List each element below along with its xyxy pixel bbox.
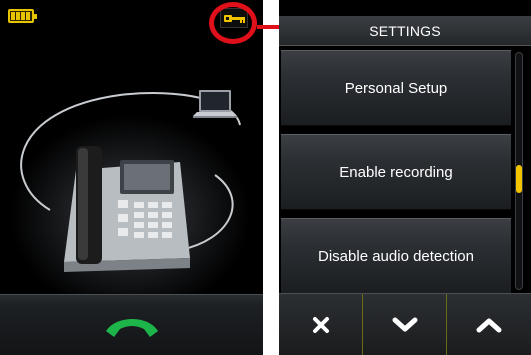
phone-handset-icon[interactable] bbox=[102, 313, 162, 341]
desk-phone-icon bbox=[58, 140, 198, 275]
cancel-button[interactable] bbox=[279, 294, 363, 355]
settings-screen: SETTINGS Personal Setup Enable recording… bbox=[279, 0, 531, 355]
page-title: SETTINGS bbox=[369, 22, 441, 39]
call-bar bbox=[0, 294, 263, 355]
menu-item-label: Personal Setup bbox=[344, 79, 448, 97]
menu-item-disable-audio-detection[interactable]: Disable audio detection bbox=[281, 218, 511, 294]
scroll-down-button[interactable] bbox=[363, 294, 447, 355]
menu-item-label: Disable audio detection bbox=[318, 247, 474, 265]
bottom-nav-bar bbox=[279, 293, 531, 355]
close-icon bbox=[312, 317, 329, 333]
scroll-up-button[interactable] bbox=[447, 294, 531, 355]
laptop-icon bbox=[191, 86, 239, 126]
scrollbar-thumb[interactable] bbox=[516, 165, 522, 193]
battery-full-icon bbox=[8, 9, 37, 23]
chevron-up-icon bbox=[476, 318, 502, 333]
menu-item-label: Enable recording bbox=[339, 163, 453, 181]
highlight-circle bbox=[209, 2, 257, 44]
menu-item-enable-recording[interactable]: Enable recording bbox=[281, 134, 511, 210]
chevron-down-icon bbox=[392, 317, 417, 332]
settings-header: SETTINGS bbox=[279, 16, 531, 46]
phone-home-screen bbox=[0, 0, 263, 355]
menu-item-personal-setup[interactable]: Personal Setup bbox=[281, 50, 511, 126]
